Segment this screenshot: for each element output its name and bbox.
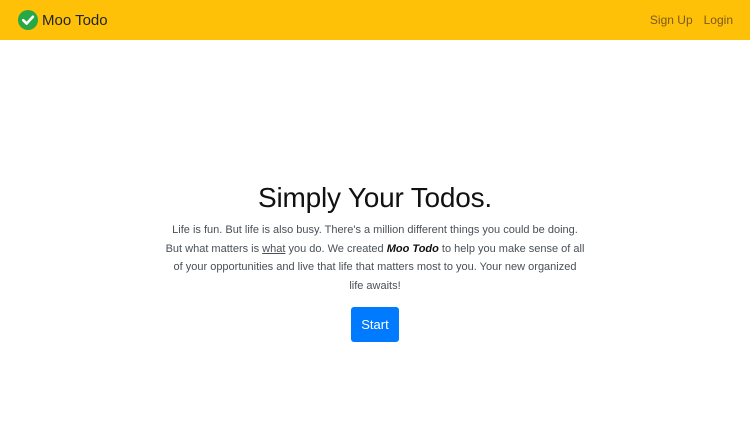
brand-name: Moo Todo [42,11,108,29]
navbar: Moo Todo Sign Up Login [0,0,750,40]
hero-text-part-2: you do. We created [285,242,387,255]
hero-title: Simply Your Todos. [257,182,493,213]
hero-text-brand: Moo Todo [386,242,439,255]
nav-links: Sign Up Login [639,13,733,27]
hero-section: Simply Your Todos. Life is fun. But life… [0,180,750,342]
check-circle-icon [18,10,38,30]
hero-text-what: what [262,242,286,255]
login-link[interactable]: Login [704,13,733,27]
hero-description: Life is fun. But life is also busy. Ther… [165,221,585,295]
sign-up-link[interactable]: Sign Up [650,13,693,27]
brand-link[interactable]: Moo Todo [18,10,108,30]
start-button[interactable]: Start [351,307,399,342]
